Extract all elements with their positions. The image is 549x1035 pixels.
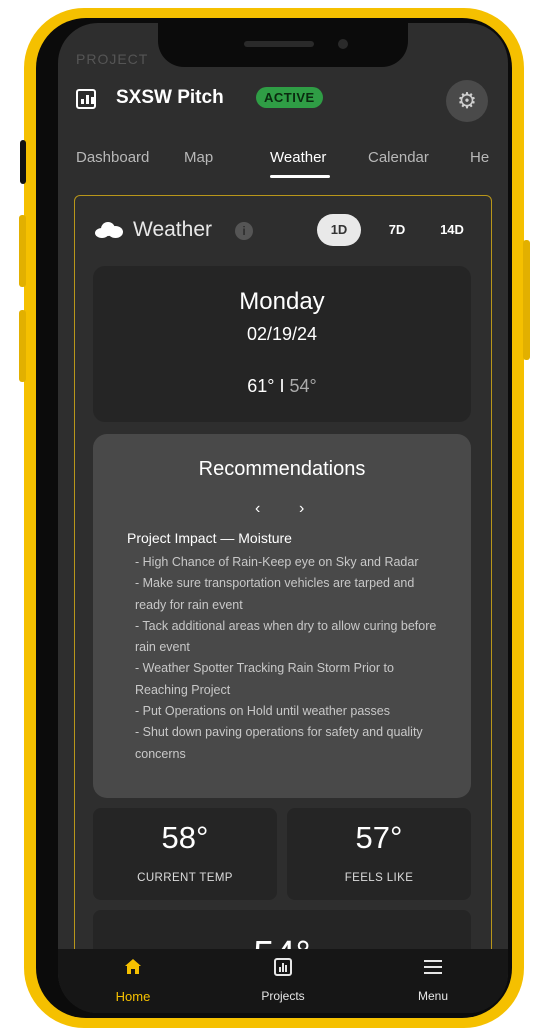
range-7d-button[interactable]: 7D [377, 214, 417, 246]
feels-like-value: 57° [355, 820, 403, 855]
info-icon[interactable]: i [235, 222, 253, 240]
day-forecast-card: Monday 02/19/24 61° I 54° [93, 266, 471, 422]
high-low-temps: 61° I 54° [93, 376, 471, 397]
nav-menu[interactable]: Menu [373, 949, 493, 1013]
high-temp: 61° [247, 376, 275, 396]
nav-projects-label: Projects [261, 989, 305, 1003]
recommendations-title: Recommendations [198, 458, 366, 480]
nav-menu-label: Menu [417, 989, 449, 1003]
list-item: - Weather Spotter Tracking Rain Storm Pr… [135, 661, 394, 697]
nav-projects[interactable]: Projects [223, 949, 343, 1013]
recommendations-list: - High Chance of Rain-Keep eye on Sky an… [135, 552, 445, 765]
list-item: - High Chance of Rain-Keep eye on Sky an… [135, 555, 419, 569]
day-date: 02/19/24 [246, 324, 318, 344]
nav-home[interactable]: Home [73, 949, 193, 1013]
notch [158, 23, 408, 67]
app-screen: PROJECT SXSW Pitch ACTIVE ⚙ Dashboard Ma… [58, 23, 508, 1013]
range-14d-button[interactable]: 14D [429, 214, 475, 246]
front-camera [338, 39, 348, 49]
bottom-nav: Home Projects Menu [58, 949, 508, 1013]
projects-icon [274, 958, 292, 976]
mute-switch [20, 140, 26, 184]
app-header: SXSW Pitch ACTIVE ⚙ [58, 80, 508, 123]
current-temp-card: 58° CURRENT TEMP [93, 808, 277, 900]
home-icon [125, 959, 141, 974]
menu-icon [424, 960, 442, 974]
recommendations-card: Recommendations ‹ › Project Impact — Moi… [93, 434, 471, 798]
chevron-right-icon[interactable]: › [299, 500, 304, 518]
volume-up-button [19, 215, 26, 287]
weather-header: Weather i 1D 7D 14D [75, 214, 493, 254]
cloud-icon [95, 222, 123, 238]
current-temp-value: 58° [161, 820, 209, 855]
list-item: - Make sure transportation vehicles are … [135, 576, 415, 612]
list-item: - Shut down paving operations for safety… [135, 725, 423, 761]
tab-map[interactable]: Map [184, 149, 213, 166]
temp-separator: I [279, 376, 285, 396]
volume-down-button [19, 310, 26, 382]
list-item: - Tack additional areas when dry to allo… [135, 618, 437, 655]
project-title: SXSW Pitch [116, 87, 224, 108]
tab-weather[interactable]: Weather [270, 149, 326, 166]
project-supertitle: PROJECT [76, 51, 149, 67]
day-name: Monday [239, 288, 325, 315]
weather-title: Weather [133, 218, 212, 241]
tab-bar: Dashboard Map Weather Calendar He [58, 147, 508, 187]
feels-like-card: 57° FEELS LIKE [287, 808, 471, 900]
status-badge: ACTIVE [256, 87, 323, 108]
power-button [523, 240, 530, 360]
feels-like-label: FEELS LIKE [344, 872, 414, 884]
range-1d-button[interactable]: 1D [317, 214, 361, 246]
gear-icon[interactable]: ⚙ [446, 80, 488, 122]
weather-panel: Weather i 1D 7D 14D Monday 02/19/24 61° … [74, 195, 493, 1010]
recommendations-subtitle: Project Impact — Moisture [127, 530, 292, 546]
active-tab-indicator [270, 175, 330, 178]
low-temp: 54° [289, 376, 317, 396]
nav-home-label: Home [115, 989, 151, 1004]
tab-more[interactable]: He [470, 149, 489, 166]
chevron-left-icon[interactable]: ‹ [255, 500, 260, 518]
current-temp-label: CURRENT TEMP [137, 872, 233, 884]
tab-calendar[interactable]: Calendar [368, 149, 429, 166]
chart-logo-icon [76, 89, 96, 109]
tab-dashboard[interactable]: Dashboard [76, 149, 149, 166]
list-item: - Put Operations on Hold until weather p… [135, 704, 390, 719]
speaker-grille [244, 41, 314, 47]
